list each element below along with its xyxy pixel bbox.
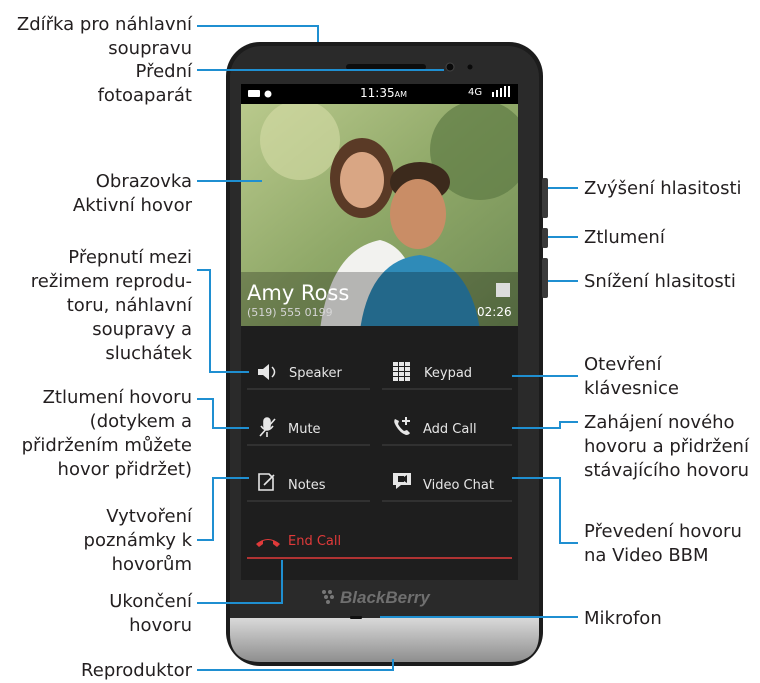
microphone-slot bbox=[350, 616, 362, 619]
speaker-button[interactable]: Speaker bbox=[289, 366, 342, 382]
brand-wordmark: BlackBerry bbox=[340, 588, 430, 607]
status-network: 4G bbox=[468, 87, 483, 98]
status-time: 11:35AM bbox=[360, 86, 407, 102]
label-microphone: Mikrofon bbox=[584, 608, 662, 629]
label-add-call: Zahájení nového hovoru a přidržení stáva… bbox=[584, 412, 750, 481]
label-screen-active-call: Obrazovka Aktivní hovor bbox=[72, 171, 192, 216]
front-camera bbox=[445, 62, 455, 72]
label-loudspeaker: Reproduktor bbox=[81, 660, 192, 681]
mute-key bbox=[542, 228, 548, 248]
volume-up-key bbox=[542, 178, 548, 218]
keypad-button[interactable]: Keypad bbox=[424, 366, 472, 382]
label-volume-up: Zvýšení hlasitosti bbox=[584, 178, 742, 199]
volume-down-key bbox=[542, 258, 548, 298]
status-time-suffix: AM bbox=[394, 90, 407, 99]
phone-chin bbox=[230, 618, 539, 662]
label-volume-down: Snížení hlasitosti bbox=[584, 271, 736, 292]
label-video-bbm: Převedení hovoru na Video BBM bbox=[584, 521, 742, 566]
call-duration: 02:26 bbox=[477, 305, 512, 319]
label-create-notes: Vytvoření poznámky k hovorům bbox=[83, 506, 192, 575]
label-speaker-toggle: Přepnutí mezi režimem reprodu- toru, náh… bbox=[30, 247, 192, 364]
status-time-value: 11:35 bbox=[360, 86, 395, 100]
label-mute-key: Ztlumení bbox=[584, 227, 665, 248]
contact-number: (519) 555 0199 bbox=[247, 306, 333, 319]
label-front-camera: Přední fotoaparát bbox=[97, 61, 192, 106]
video-chat-button[interactable]: Video Chat bbox=[423, 478, 494, 494]
label-end-call: Ukončení hovoru bbox=[109, 591, 192, 636]
notes-button[interactable]: Notes bbox=[288, 478, 326, 494]
label-mute-call: Ztlumení hovoru (dotykem a přidržením mů… bbox=[21, 387, 192, 480]
mute-button[interactable]: Mute bbox=[288, 422, 321, 438]
label-open-keypad: Otevření klávesnice bbox=[584, 354, 679, 399]
contact-badge bbox=[496, 283, 510, 297]
label-headset-jack: Zdířka pro náhlavní soupravu bbox=[16, 14, 192, 59]
add-call-button[interactable]: Add Call bbox=[423, 422, 477, 438]
end-call-button[interactable]: End Call bbox=[288, 534, 341, 550]
contact-name: Amy Ross bbox=[247, 281, 350, 305]
